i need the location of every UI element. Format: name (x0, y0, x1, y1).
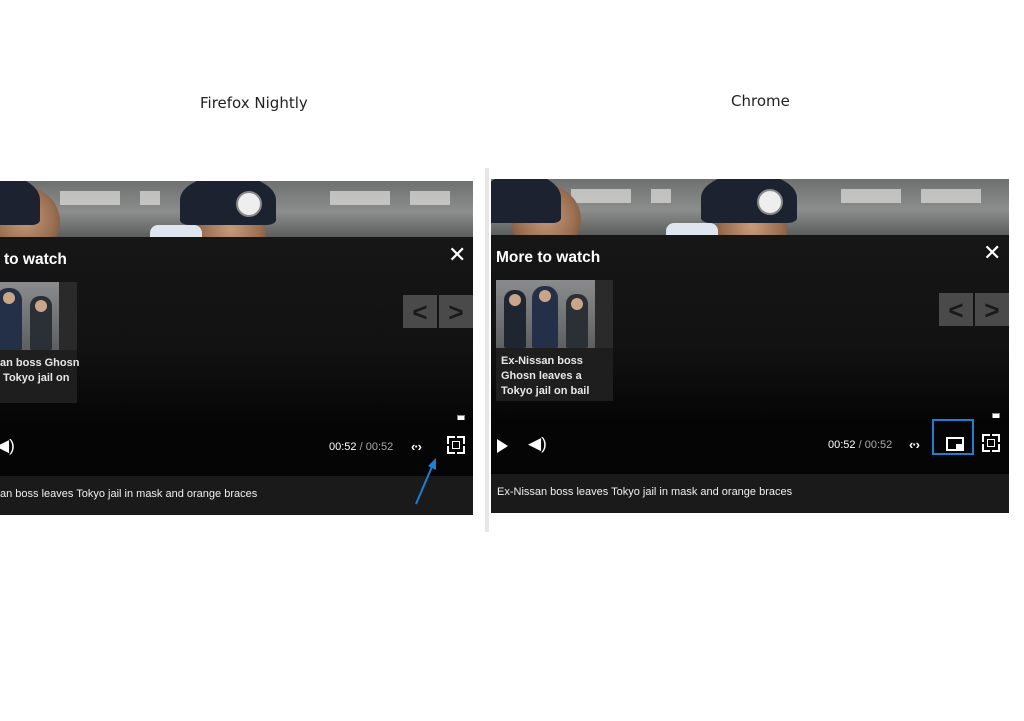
close-icon[interactable]: ✕ (448, 244, 466, 266)
annotation-arrow (415, 458, 436, 505)
firefox-video-player: to watch ✕ an boss Ghosn Tokyo jail on <… (0, 181, 473, 515)
video-card[interactable]: an boss Ghosn Tokyo jail on (0, 282, 80, 403)
control-bar: ◀) 00:52 / 00:52 ‹·› (491, 418, 1009, 474)
time-separator: / (359, 441, 363, 453)
more-to-watch-title: to watch (4, 251, 67, 268)
embed-code-icon[interactable]: ‹·› (411, 439, 422, 454)
video-caption: Ex-Nissan boss leaves Tokyo jail in mask… (497, 486, 793, 498)
control-bar: ◀) 00:52 / 00:52 ‹·› (0, 420, 473, 476)
chevron-left-icon[interactable]: < (939, 293, 973, 326)
time-display: 00:52 / 00:52 (329, 441, 393, 453)
video-frame[interactable] (491, 179, 1009, 235)
picture-in-picture-icon[interactable] (946, 437, 964, 451)
fullscreen-icon[interactable] (982, 434, 1000, 452)
more-to-watch-panel: More to watch ✕ Ex-Nissan boss Ghosn lea… (491, 235, 1009, 425)
video-frame[interactable] (0, 181, 473, 237)
video-caption-bar: an boss leaves Tokyo jail in mask and or… (0, 476, 473, 515)
chevron-right-icon[interactable]: > (439, 295, 473, 328)
time-display: 00:52 / 00:52 (828, 439, 892, 451)
fullscreen-icon[interactable] (447, 436, 465, 454)
close-icon[interactable]: ✕ (983, 242, 1001, 264)
chrome-video-player: More to watch ✕ Ex-Nissan boss Ghosn lea… (491, 179, 1009, 513)
duration: 00:52 (864, 439, 893, 451)
chevron-right-icon[interactable]: > (975, 293, 1009, 326)
chevron-left-icon[interactable]: < (403, 295, 437, 328)
video-card[interactable]: Ex-Nissan boss Ghosn leaves a Tokyo jail… (496, 280, 613, 401)
volume-icon[interactable]: ◀) (0, 436, 15, 456)
video-card-title: Ex-Nissan boss Ghosn leaves a Tokyo jail… (501, 355, 590, 397)
more-to-watch-panel: to watch ✕ an boss Ghosn Tokyo jail on <… (0, 237, 473, 427)
play-icon[interactable] (497, 439, 508, 453)
video-thumbnail (0, 282, 77, 350)
video-caption: an boss leaves Tokyo jail in mask and or… (0, 488, 258, 500)
video-caption-bar: Ex-Nissan boss leaves Tokyo jail in mask… (491, 474, 1009, 513)
video-card-title: an boss Ghosn Tokyo jail on (0, 357, 80, 384)
current-time: 00:52 (828, 439, 856, 451)
volume-icon[interactable]: ◀) (528, 434, 547, 454)
time-separator: / (858, 439, 862, 451)
divider (485, 168, 489, 532)
chrome-label: Chrome (731, 92, 790, 110)
current-time: 00:52 (329, 441, 357, 453)
duration: 00:52 (365, 441, 394, 453)
more-to-watch-title: More to watch (496, 249, 601, 266)
video-thumbnail (496, 280, 613, 348)
embed-code-icon[interactable]: ‹·› (909, 437, 920, 452)
firefox-label: Firefox Nightly (200, 94, 308, 112)
